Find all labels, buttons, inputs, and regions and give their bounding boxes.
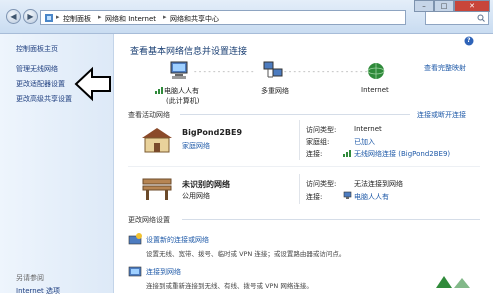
wireless-connection-link[interactable]: 无线网络连接 (BigPond2BE9): [354, 149, 450, 159]
forward-button[interactable]: ▶: [23, 9, 38, 24]
left-arrow-pointer-icon: [74, 66, 111, 102]
breadcrumb-separator-icon: ▸: [98, 13, 102, 21]
divider: [299, 174, 300, 204]
maximize-icon: □: [440, 2, 448, 10]
search-icon: [477, 14, 485, 22]
minimize-button[interactable]: –: [414, 0, 434, 12]
access-type-label: 访问类型:: [306, 126, 337, 134]
network-type-public: 公用网络: [182, 192, 210, 200]
sidebar-item-advanced-sharing[interactable]: 更改高级共享设置: [16, 94, 72, 104]
breadcrumb-separator-icon: ▸: [163, 13, 167, 21]
main-content: ? 查看基本网络信息并设置连接 查看完整映射 - - - - - - - - -…: [114, 34, 493, 293]
sidebar-item-manage-wireless[interactable]: 管理无线网络: [16, 64, 58, 74]
access-type-label: 访问类型:: [306, 180, 337, 188]
network-name-bigpond: BigPond2BE9: [182, 128, 243, 137]
wireless-signal-icon: [343, 150, 351, 157]
connect-network-icon: [128, 266, 142, 277]
wireless-status-icon: [155, 87, 163, 94]
title-address-bar: ◀ ▶ ▸ 控制面板 ▸ 网络和 Internet ▸ 网络和共享中心 – □ …: [0, 0, 493, 34]
address-bar[interactable]: ▸ 控制面板 ▸ 网络和 Internet ▸ 网络和共享中心: [40, 10, 406, 25]
back-button[interactable]: ◀: [6, 9, 21, 24]
divider: [182, 219, 480, 220]
map-connector-1: - - - - - - - - - - - - -: [194, 68, 254, 76]
close-button[interactable]: ✕: [454, 0, 490, 12]
close-icon: ✕: [469, 2, 475, 10]
control-panel-icon: [45, 14, 53, 22]
page-title: 查看基本网络信息并设置连接: [130, 47, 248, 57]
divider: [299, 120, 300, 160]
active-networks-heading: 查看活动网络: [128, 111, 170, 119]
map-connector-2: - - - - - - - - - - - - - - - - - -: [284, 68, 368, 76]
public-network-bench-icon: [142, 178, 172, 200]
internet-globe-icon: [367, 63, 385, 79]
map-node-internet: Internet: [361, 86, 389, 94]
access-type-value: 无法连接到网络: [354, 180, 403, 188]
breadcrumb-control-panel[interactable]: 控制面板: [63, 14, 91, 24]
access-type-value: Internet: [354, 125, 382, 133]
setup-new-connection-link[interactable]: 设置新的连接或网络: [146, 235, 209, 245]
divider: [128, 166, 480, 167]
divider: [180, 114, 410, 115]
multiple-networks-icon: [263, 61, 283, 78]
sidebar-item-internet-options[interactable]: Internet 选项: [16, 286, 60, 296]
lan-connection-link[interactable]: 电脑人人有: [354, 192, 389, 202]
help-glyph: ?: [467, 37, 471, 44]
minimize-icon: –: [422, 2, 426, 10]
map-node-this-computer-sub: (此计算机): [166, 97, 200, 105]
change-settings-heading: 更改网络设置: [128, 216, 170, 224]
breadcrumb-network-sharing-center[interactable]: 网络和共享中心: [170, 14, 219, 24]
watermark-logo-icon: [436, 276, 470, 288]
connect-to-network-link[interactable]: 连接到网络: [146, 267, 181, 277]
map-node-multiple-networks: 多重网络: [261, 87, 289, 95]
search-input[interactable]: [425, 10, 489, 25]
home-network-icon: [142, 128, 172, 153]
view-full-map-link[interactable]: 查看完整映射: [424, 63, 466, 73]
computer-icon: [170, 61, 188, 79]
setup-new-connection-desc: 设置无线、宽带、拨号、临时或 VPN 连接；或设置路由器或访问点。: [146, 250, 346, 258]
setup-connection-icon: [128, 233, 142, 245]
sidebar-item-control-panel-home[interactable]: 控制面板主页: [16, 44, 58, 54]
homegroup-joined-link[interactable]: 已加入: [354, 137, 375, 147]
map-node-this-computer: 电脑人人有: [164, 87, 199, 95]
breadcrumb-network-internet[interactable]: 网络和 Internet: [105, 14, 156, 24]
maximize-button[interactable]: □: [434, 0, 454, 12]
back-arrow-icon: ◀: [10, 12, 17, 21]
connection-label: 连接:: [306, 150, 323, 158]
lan-connection-icon: [343, 191, 352, 199]
network-name-unidentified: 未识别的网络: [182, 180, 230, 189]
connection-label: 连接:: [306, 193, 323, 201]
connect-disconnect-link[interactable]: 连接或断开连接: [417, 110, 466, 120]
forward-arrow-icon: ▶: [27, 12, 34, 21]
network-type-home-link[interactable]: 家庭网络: [182, 141, 210, 151]
connect-to-network-desc: 连接到或重新连接到无线、有线、拨号或 VPN 网络连接。: [146, 282, 313, 290]
left-nav-pane: 控制面板主页 管理无线网络 更改适配器设置 更改高级共享设置 另请参阅 Inte…: [0, 34, 114, 296]
see-also-heading: 另请参阅: [16, 274, 44, 282]
homegroup-label: 家庭组:: [306, 138, 330, 146]
sidebar-item-adapter-settings[interactable]: 更改适配器设置: [16, 79, 65, 89]
breadcrumb-separator-icon: ▸: [56, 13, 60, 21]
